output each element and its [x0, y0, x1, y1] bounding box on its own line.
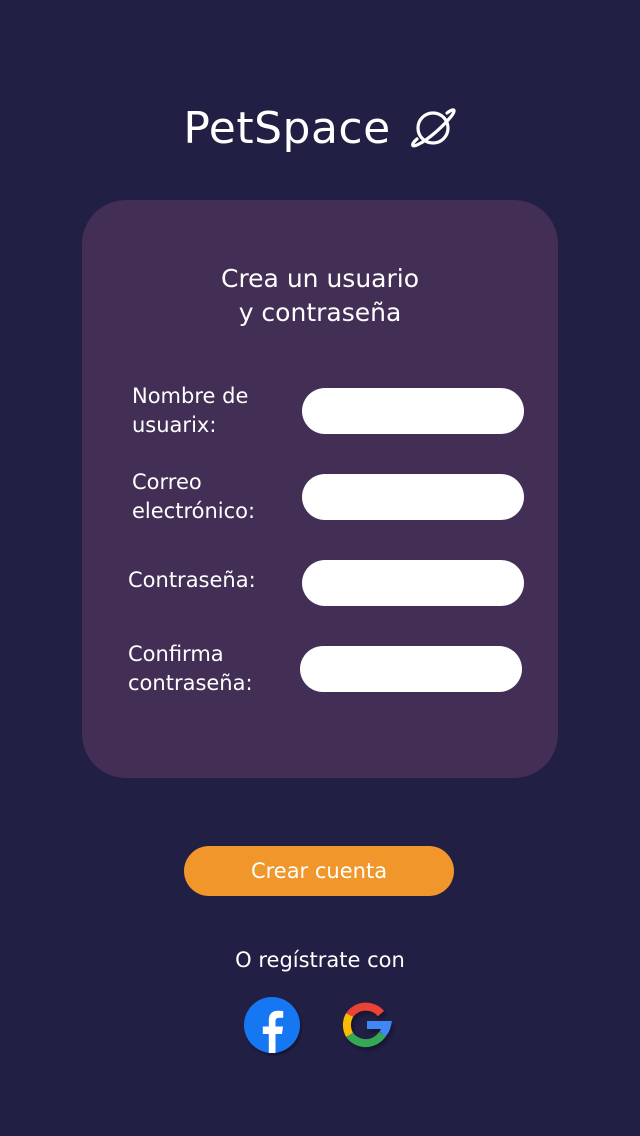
email-label: Correo electrónico: [132, 470, 256, 523]
email-input[interactable] [302, 474, 524, 520]
password-label: Contraseña: [128, 568, 256, 592]
username-label: Nombre de usuarix: [132, 384, 249, 437]
form-title-line2: y contraseña [238, 298, 402, 327]
confirm-password-label: Confirma contraseña: [128, 642, 253, 695]
social-signup-prompt: O regístrate con [235, 948, 405, 972]
planet-icon [410, 108, 456, 148]
facebook-icon[interactable] [243, 996, 303, 1056]
create-account-button[interactable]: Crear cuenta [184, 846, 454, 896]
password-input[interactable] [302, 560, 524, 606]
app-title: PetSpace [183, 102, 391, 154]
form-title-line1: Crea un usuario [220, 264, 420, 293]
form-title: Crea un usuario y contraseña [82, 262, 558, 330]
signup-card: Crea un usuario y contraseña Nombre de u… [82, 200, 558, 778]
google-icon[interactable] [337, 996, 397, 1056]
username-input[interactable] [302, 388, 524, 434]
brand-header: PetSpace [0, 96, 640, 160]
confirm-password-input[interactable] [300, 646, 522, 692]
